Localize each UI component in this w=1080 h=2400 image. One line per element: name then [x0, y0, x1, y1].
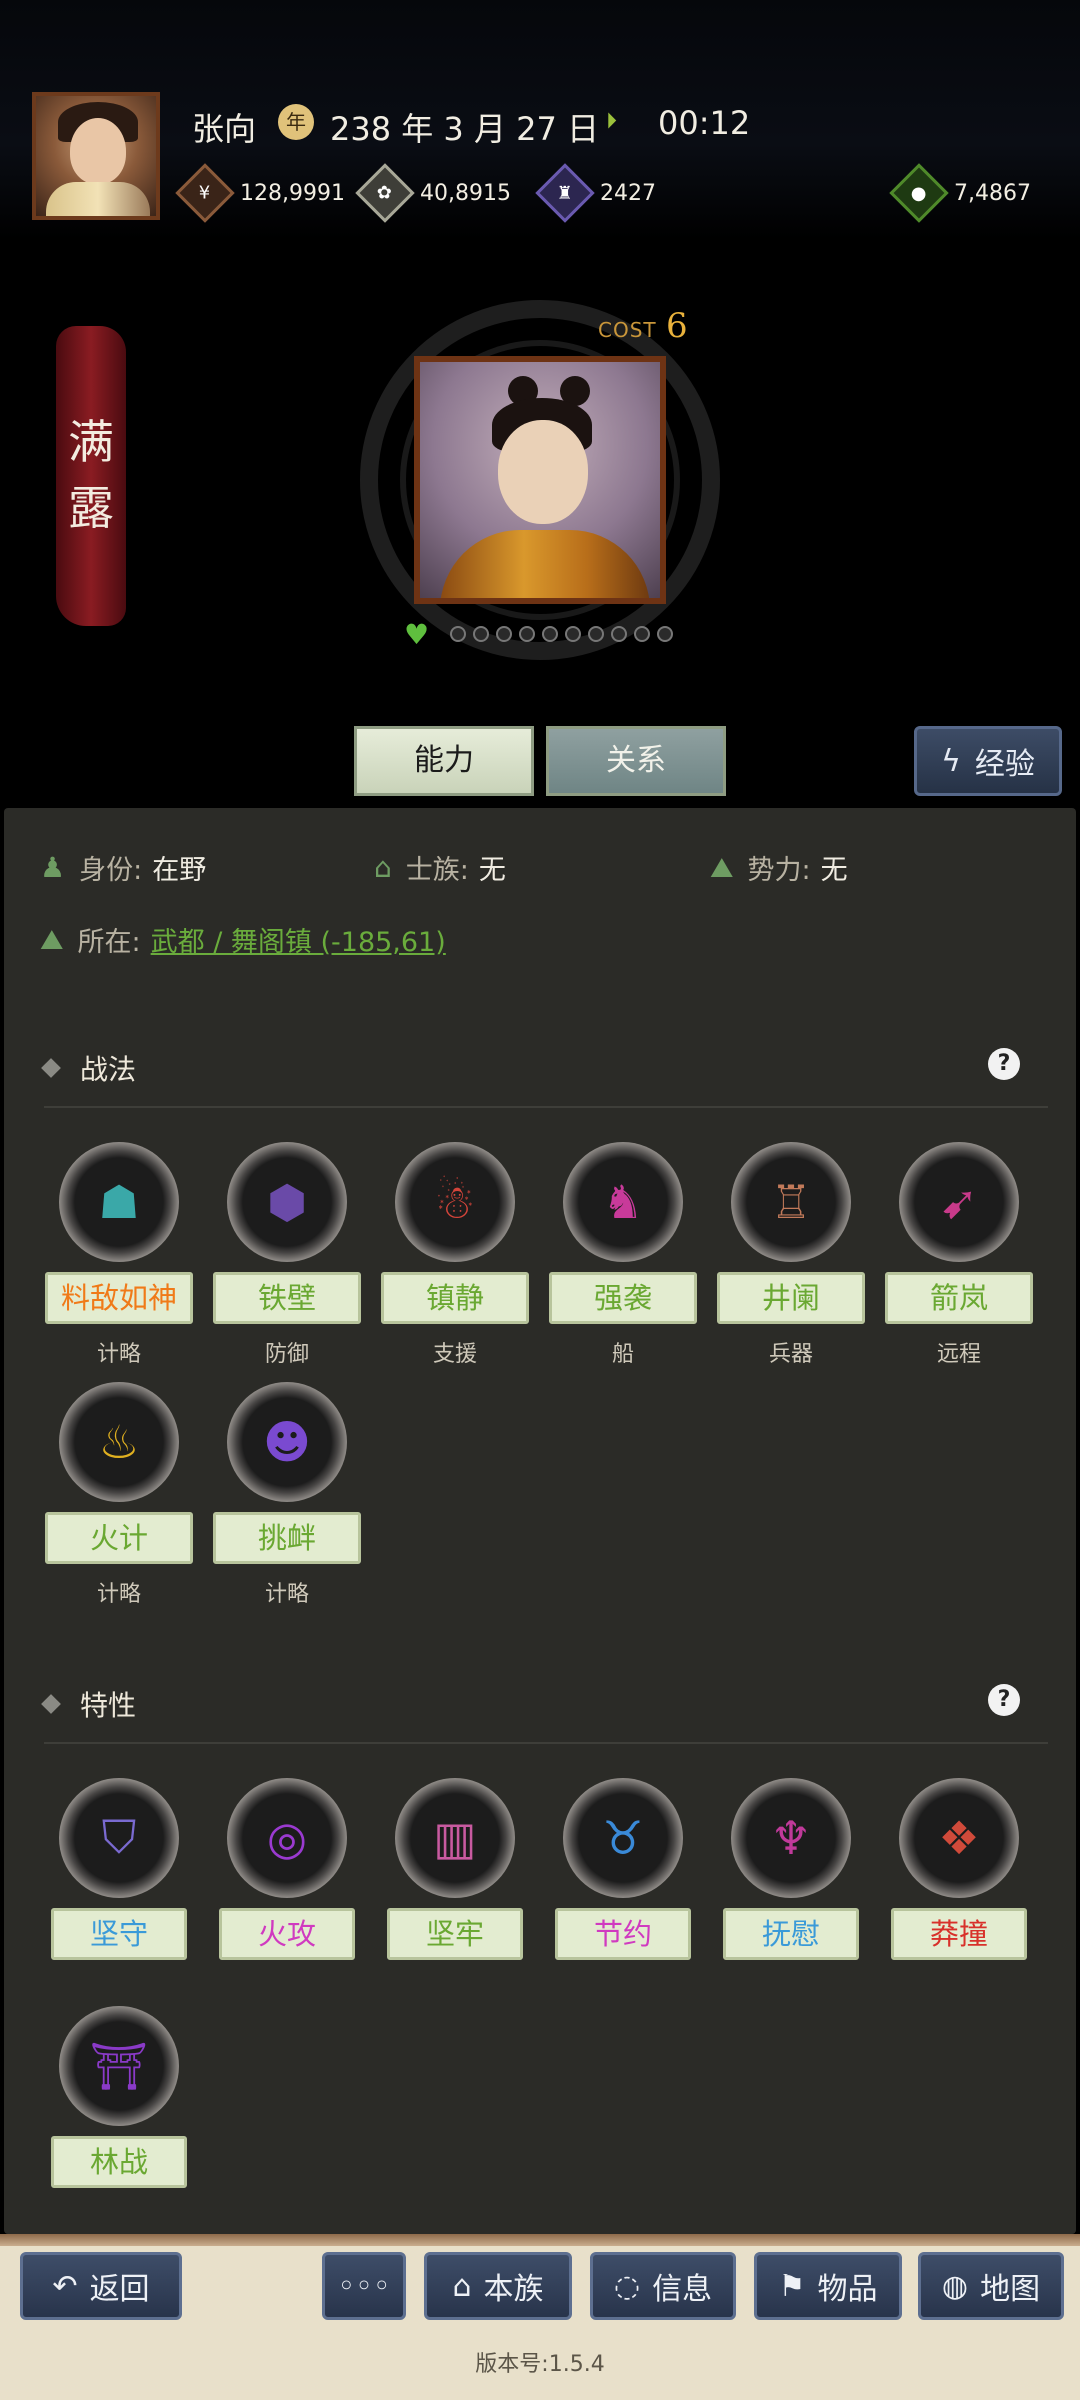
piggy-bank-icon: ♉ — [563, 1778, 683, 1898]
clan-button[interactable]: ⌂ 本族 — [424, 2252, 572, 2320]
clan-icon: ⌂ — [452, 2268, 472, 2304]
traits-section-title: 特性 — [41, 1684, 136, 1724]
game-time: 00:12 — [658, 104, 751, 142]
tab-relation[interactable]: 关系 — [546, 726, 726, 796]
grain-resource: ✿ 40,8915 — [355, 163, 511, 223]
location-link[interactable]: 武都 / 舞阁镇 (-185,61) — [151, 920, 446, 959]
divider — [44, 1742, 1048, 1744]
tab-ability[interactable]: 能力 — [354, 726, 534, 796]
traits-help-icon[interactable]: ? — [988, 1684, 1020, 1716]
name-char-1: 满 — [68, 415, 114, 469]
trait-item[interactable]: ♆ 抚慰 — [716, 1778, 866, 1960]
ability-panel: ♟ 身份: 在野 ⌂ 士族: 无 ⛰ 势力: 无 ⛰ 所在: 武都 / 舞阁镇 … — [4, 808, 1076, 2234]
arrow-storm-icon: ➹ — [899, 1142, 1019, 1262]
name-char-2: 露 — [68, 481, 114, 535]
tactic-item[interactable]: ☗ 料敌如神 计略 — [44, 1142, 194, 1368]
tactic-item[interactable]: ☻ 挑衅 计略 — [212, 1382, 362, 1608]
fire-icon: ♨ — [59, 1382, 179, 1502]
tactic-item[interactable]: ♖ 井阑 兵器 — [716, 1142, 866, 1368]
money-resource: ¥ 128,9991 — [175, 163, 345, 223]
divider — [44, 1106, 1048, 1108]
loyalty-dots — [450, 626, 673, 642]
top-header: 张向 年 238 年 3 月 27 日 ⏵ 00:12 ¥ 128,9991 ✿… — [0, 0, 1080, 240]
game-date: 238 年 3 月 27 日 — [330, 110, 600, 148]
cheers-icon: ♆ — [731, 1778, 851, 1898]
clock-icon: ⏵ — [606, 109, 618, 134]
player-name: 张向 — [192, 110, 257, 148]
provoke-icon: ☻ — [227, 1382, 347, 1502]
identity-row: ♟ 身份: 在野 — [40, 851, 207, 886]
bag-icon: ● — [889, 163, 949, 223]
back-button[interactable]: ↶ 返回 — [20, 2252, 182, 2320]
forest-icon: ⛩ — [59, 2006, 179, 2126]
bag-resource: ● 7,4867 — [889, 163, 1031, 223]
tactic-item[interactable]: ☃ 镇静 支援 — [380, 1142, 530, 1368]
rampage-icon: ❖ — [899, 1778, 1019, 1898]
exp-button[interactable]: ϟ 经验 — [914, 726, 1062, 796]
globe-icon: ◍ — [941, 2268, 969, 2304]
items-button[interactable]: ⚑ 物品 — [754, 2252, 902, 2320]
tactics-help-icon[interactable]: ? — [988, 1048, 1020, 1080]
barrel-icon: ▥ — [395, 1778, 515, 1898]
character-name-banner: 满 露 — [56, 326, 126, 626]
map-button[interactable]: ◍ 地图 — [918, 2252, 1064, 2320]
lightning-icon: ϟ — [941, 743, 961, 779]
calm-figure-icon: ☃ — [395, 1142, 515, 1262]
tactics-section-title: 战法 — [41, 1048, 136, 1088]
character-portrait — [414, 356, 666, 604]
trait-item[interactable]: ◎ 火攻 — [212, 1778, 362, 1960]
bottom-nav: ↶ 返回 ◦◦◦ ⌂ 本族 ◌ 信息 ⚑ 物品 ◍ 地图 版本号:1.5.4 — [0, 2234, 1080, 2400]
tactic-item[interactable]: ➹ 箭岚 远程 — [884, 1142, 1034, 1368]
money-icon: ¥ — [175, 163, 235, 223]
trait-item[interactable]: ▥ 坚牢 — [380, 1778, 530, 1960]
clan-row: ⌂ 士族: 无 — [374, 851, 506, 886]
trait-item[interactable]: ⛉ 坚守 — [44, 1778, 194, 1960]
items-icon: ⚑ — [778, 2268, 806, 2304]
soldier-icon: ♜ — [535, 163, 595, 223]
version-label: 版本号:1.5.4 — [475, 2352, 605, 2377]
faction-row: ⛰ 势力: 无 — [710, 850, 848, 887]
tactic-item[interactable]: ♞ 强袭 船 — [548, 1142, 698, 1368]
info-button[interactable]: ◌ 信息 — [590, 2252, 736, 2320]
raid-icon: ♞ — [563, 1142, 683, 1262]
calendar-icon: 年 — [278, 104, 314, 140]
cost-value: 6 — [666, 306, 688, 346]
faction-icon: ⛰ — [710, 850, 734, 884]
player-avatar[interactable] — [32, 92, 160, 220]
fire-ring-icon: ◎ — [227, 1778, 347, 1898]
shields-icon: ⛉ — [59, 1778, 179, 1898]
location-icon: ⛰ — [40, 922, 64, 956]
clan-icon: ⌂ — [374, 851, 392, 884]
shield-grid-icon: ⬢ — [227, 1142, 347, 1262]
loyalty-heart-icon: ♥ — [404, 618, 430, 651]
more-icon: ◦◦◦ — [337, 2268, 391, 2304]
grain-icon: ✿ — [355, 163, 415, 223]
location-row: ⛰ 所在: 武都 / 舞阁镇 (-185,61) — [40, 920, 446, 959]
wisdom-icon: ☗ — [59, 1142, 179, 1262]
soldier-resource: ♜ 2427 — [535, 163, 656, 223]
cost-label: COST — [598, 318, 657, 342]
more-button[interactable]: ◦◦◦ — [322, 2252, 406, 2320]
tactic-item[interactable]: ♨ 火计 计略 — [44, 1382, 194, 1608]
chat-bubble-icon: ◌ — [613, 2268, 641, 2304]
trait-item[interactable]: ♉ 节约 — [548, 1778, 698, 1960]
tower-icon: ♖ — [731, 1142, 851, 1262]
trait-item[interactable]: ❖ 莽撞 — [884, 1778, 1034, 1960]
trait-item[interactable]: ⛩ 林战 — [44, 2006, 194, 2188]
back-arrow-icon: ↶ — [52, 2268, 78, 2304]
tactic-item[interactable]: ⬢ 铁壁 防御 — [212, 1142, 362, 1368]
identity-icon: ♟ — [40, 851, 66, 884]
